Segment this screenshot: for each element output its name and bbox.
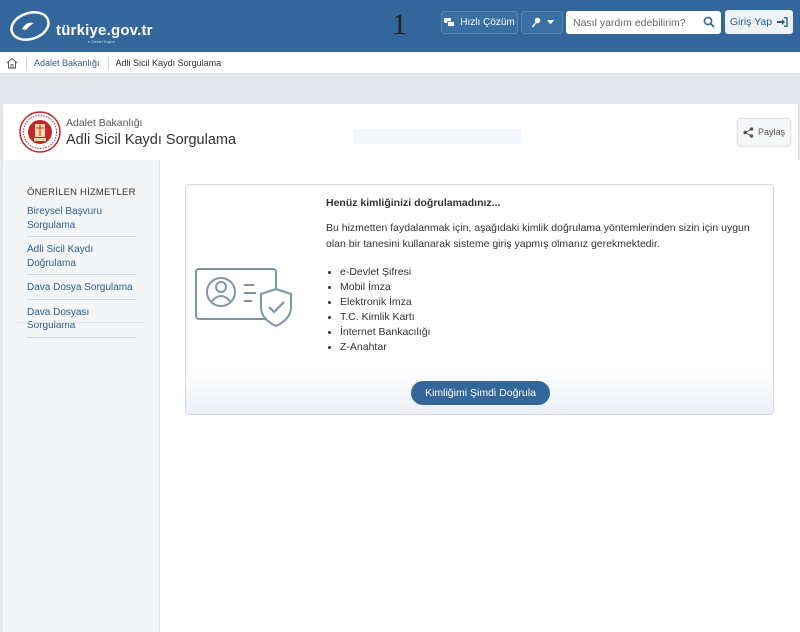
- service-title-card: Adalet Bakanlığı Adli Sicil Kaydı Sorgul…: [3, 104, 798, 160]
- sign-in-icon: [777, 17, 788, 27]
- page-number: 1: [392, 8, 407, 41]
- share-button[interactable]: Paylaş: [737, 118, 791, 146]
- breadcrumb: Adalet Bakanlığı Adli Sicil Kaydı Sorgul…: [0, 52, 800, 74]
- organization-name[interactable]: Adalet Bakanlığı: [66, 117, 142, 129]
- share-label: Paylaş: [757, 127, 785, 137]
- sidebar-item-dava-dosya-sorgulama[interactable]: Dava Dosya Sorgulama: [27, 280, 136, 300]
- sidebar-divider: [17, 322, 145, 323]
- breadcrumb-item-adalet-bakanligi[interactable]: Adalet Bakanlığı: [34, 58, 100, 68]
- caret-down-icon: [546, 20, 554, 25]
- breadcrumb-separator: [107, 56, 109, 69]
- site-logo[interactable]: türkiye.gov.tr e-Devlet Kapısı: [8, 9, 153, 44]
- search-input[interactable]: [566, 12, 696, 33]
- search-icon[interactable]: [703, 16, 715, 28]
- verify-identity-button[interactable]: Kimliğimi Şimdi Doğrula: [411, 381, 550, 405]
- home-icon[interactable]: [6, 57, 18, 69]
- faded-background-bar: [353, 129, 521, 144]
- authentication-required-panel: Henüz kimliğinizi doğrulamadınız... Bu h…: [185, 184, 774, 415]
- list-item: Z-Anahtar: [326, 340, 430, 355]
- ministry-emblem-icon: [19, 111, 61, 153]
- page-title: Adli Sicil Kaydı Sorgulama: [66, 132, 237, 148]
- list-item: e-Devlet Şifresi: [326, 265, 430, 280]
- e-devlet-logo-icon: [10, 11, 50, 41]
- breadcrumb-separator: [26, 56, 27, 69]
- top-header: türkiye.gov.tr e-Devlet Kapısı 1 Hızlı Ç…: [0, 0, 800, 52]
- auth-methods-list: e-Devlet Şifresi Mobil İmza Elektronik İ…: [326, 265, 430, 355]
- share-icon: [743, 126, 754, 138]
- list-item: Elektronik İmza: [326, 295, 430, 310]
- breadcrumb-item-current: Adli Sicil Kaydı Sorgulama: [115, 57, 222, 68]
- logo-text: türkiye.gov.tr: [56, 22, 153, 39]
- sidebar-title: ÖNERİLEN HİZMETLER: [27, 187, 136, 198]
- identity-shield-icon: [195, 268, 292, 328]
- chat-bubbles-icon: [444, 17, 456, 27]
- search-box: [566, 11, 721, 34]
- list-item: Mobil İmza: [326, 280, 430, 295]
- sidebar-item-adli-sicil-kaydi-dogrulama[interactable]: Adli Sicil Kaydı Doğrulama: [27, 242, 136, 275]
- login-button[interactable]: Giriş Yap: [725, 10, 793, 34]
- logo-subtext: e-Devlet Kapısı: [88, 39, 116, 44]
- quick-solution-button[interactable]: Hızlı Çözüm: [441, 11, 518, 34]
- quick-solution-label: Hızlı Çözüm: [460, 17, 515, 28]
- auth-heading: Henüz kimliğinizi doğrulamadınız...: [326, 197, 501, 209]
- sidebar-item-bireysel-basvuru-sorgulama[interactable]: Bireysel Başvuru Sorgulama: [27, 204, 136, 237]
- login-label: Giriş Yap: [729, 16, 773, 28]
- list-item: İnternet Bankacılığı: [326, 325, 430, 340]
- sidebar-item-dava-dosyasi-sorgulama[interactable]: Dava Dosyası Sorgulama: [27, 305, 136, 338]
- login-method-dropdown[interactable]: [521, 11, 563, 34]
- sidebar: ÖNERİLEN HİZMETLER Bireysel Başvuru Sorg…: [3, 160, 160, 632]
- auth-description: Bu hizmetten faydalanmak için, aşağıdaki…: [326, 222, 750, 250]
- key-icon: [531, 17, 540, 28]
- list-item: T.C. Kimlik Kartı: [326, 310, 430, 325]
